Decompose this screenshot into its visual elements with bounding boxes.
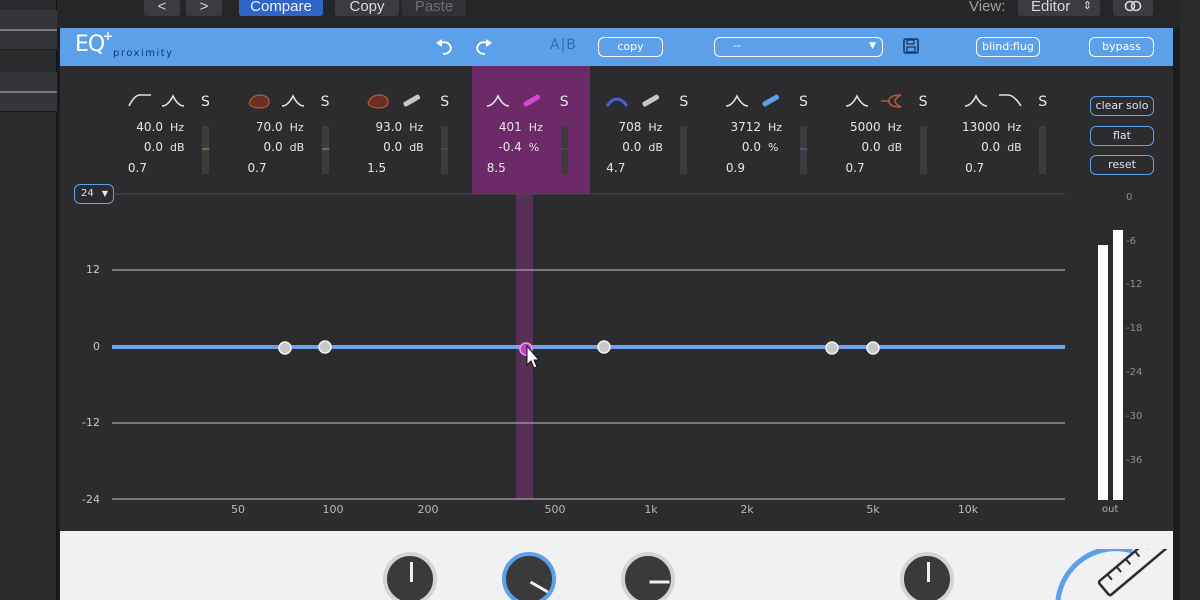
freq-label: 1k [644, 503, 658, 516]
distance-dial[interactable] [1052, 549, 1173, 600]
bypass-button[interactable]: bypass [1089, 37, 1154, 57]
preset-select-value: -- [733, 39, 741, 52]
save-icon[interactable] [902, 37, 920, 55]
plugin-logo: EQ [75, 32, 105, 57]
band-node-1[interactable] [278, 341, 292, 355]
host-copy-button[interactable]: Copy [335, 0, 399, 16]
ab-toggle[interactable]: A|B [550, 37, 577, 53]
link-icon [1124, 0, 1142, 12]
freq-label: 50 [231, 503, 245, 516]
host-forward-button[interactable]: > [186, 0, 222, 16]
dropdown-arrow-icon: ▼ [869, 41, 876, 51]
eq-graph[interactable] [60, 66, 1173, 531]
knob-2[interactable] [502, 552, 556, 600]
band-node-6[interactable] [866, 341, 880, 355]
view-select[interactable]: Editor ⇕ [1018, 0, 1100, 16]
meter-label: -36 [1126, 455, 1143, 466]
meter-label: -30 [1126, 411, 1143, 422]
ruler-icon [1097, 549, 1169, 597]
view-label: View: [969, 0, 1006, 15]
plugin-logo-plus: + [103, 29, 114, 43]
host-back-button[interactable]: < [144, 0, 180, 16]
meter-label: 0 [1126, 192, 1133, 203]
freq-label: 500 [544, 503, 566, 516]
knob-pointer [529, 580, 549, 594]
daw-track-area [0, 0, 57, 600]
freq-label: 10k [957, 503, 979, 516]
knob-4[interactable] [900, 552, 954, 600]
waveform [0, 91, 57, 93]
undo-icon[interactable] [434, 37, 456, 57]
freq-label: 2k [740, 503, 754, 516]
gain-label: 0 [93, 340, 100, 353]
redo-icon[interactable] [472, 37, 494, 57]
band-node-2[interactable] [318, 340, 332, 354]
gain-label: -12 [82, 416, 100, 429]
preset-select[interactable]: -- ▼ [714, 37, 883, 57]
meter-bar-1 [1098, 245, 1108, 500]
meter-label: -12 [1126, 279, 1143, 290]
freq-label: 100 [322, 503, 344, 516]
knob-pointer [649, 580, 670, 584]
knob-pointer [410, 562, 413, 582]
band-node-5[interactable] [825, 341, 839, 355]
band-node-4[interactable] [597, 340, 611, 354]
gain-label: -24 [82, 493, 100, 506]
compare-button[interactable]: Compare [239, 0, 323, 16]
updown-icon: ⇕ [1082, 0, 1092, 12]
knob-pointer [927, 562, 930, 582]
host-paste-button[interactable]: Paste [402, 0, 466, 16]
waveform [0, 29, 57, 31]
freq-label: 5k [866, 503, 880, 516]
meter-bar-2 [1113, 230, 1123, 500]
daw-right-edge [1180, 0, 1200, 600]
freq-label: 200 [417, 503, 439, 516]
knob-3[interactable] [621, 552, 675, 600]
plugin-copy-button[interactable]: copy [598, 37, 663, 57]
blind-button[interactable]: blind:flug [976, 37, 1040, 57]
host-toolbar: < > Compare Copy Paste View: Editor ⇕ [57, 0, 1180, 28]
meter-out-label: out [1102, 504, 1119, 515]
eq-panel: S 40.0 Hz 0.0 dB 0.7 S 70.0 Hz 0.0 dB 0.7 S 93.0 Hz 0.0… [60, 66, 1173, 531]
plugin-logo-subtitle: proximity [113, 48, 174, 59]
knob-1[interactable] [383, 552, 437, 600]
bottom-panel [60, 531, 1173, 600]
meter-label: -18 [1126, 323, 1143, 334]
plugin-header: EQ + proximity A|B copy -- ▼ blind:flug … [60, 28, 1173, 66]
meter-label: -6 [1126, 236, 1136, 247]
view-select-value: Editor [1031, 0, 1071, 15]
link-button[interactable] [1113, 0, 1153, 16]
gain-label: 12 [86, 263, 100, 276]
screen: < > Compare Copy Paste View: Editor ⇕ EQ… [0, 0, 1200, 600]
meter-label: -24 [1126, 367, 1143, 378]
